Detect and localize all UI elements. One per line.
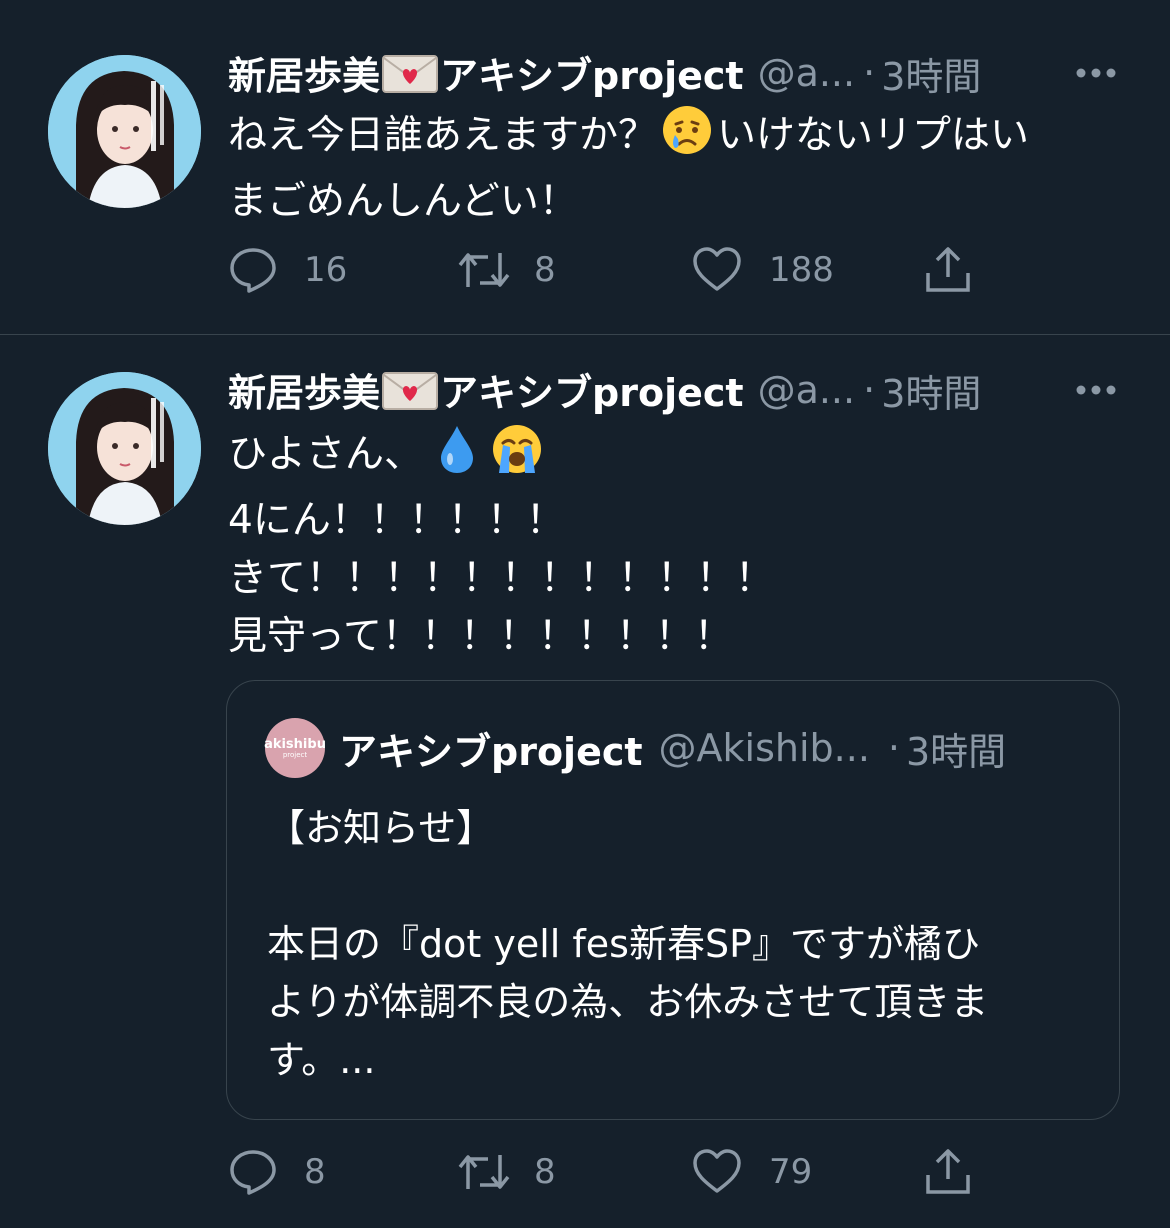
quoted-tweet-header: akishibu project アキシブproject @Akishib...… [264,718,1006,778]
reply-count: 16 [304,250,348,290]
tweet[interactable]: 新居歩美 アキシブproject @a... · 3時間 ひよさん、 4にん！！！… [0,335,1170,1228]
tweet-header: 新居歩美 アキシブproject @a... · 3時間 [228,367,1170,416]
quoted-avatar-subtext: project [282,750,308,759]
avatar-image [48,372,201,525]
tweet[interactable]: 新居歩美 アキシブproject @a... · 3時間 ねえ今日誰あえますか？ い… [0,0,1170,335]
quoted-tweet[interactable]: akishibu project アキシブproject @Akishib...… [226,680,1120,1120]
quoted-text-line [267,857,1087,915]
display-name-text: 新居歩美 [228,370,381,415]
loudly-crying-face-emoji [491,423,543,492]
tweet-text: ねえ今日誰あえますか？ いけないリプはい まごめんしんどい！ [228,104,1108,231]
timestamp[interactable]: 3時間 [881,46,981,101]
tweet-text-line: まごめんしんどい！ [228,173,1108,231]
tweet-actions: 16 8 188 [228,242,1008,298]
love-letter-emoji [382,371,439,419]
like-count: 79 [769,1152,813,1192]
text-segment: ねえ今日誰あえますか？ [228,113,658,158]
retweet-count: 8 [534,1152,556,1192]
share-button[interactable] [923,242,973,298]
tweet-text-line: 4にん！！！！！！ [228,498,565,543]
avatar[interactable] [48,372,201,525]
quoted-text-line: 【お知らせ】 [267,806,495,850]
share-icon [926,247,970,292]
quoted-tweet-text: 【お知らせ】 本日の『dot yell fes新春SP』ですが橘ひ よりが体調不… [267,799,1087,1089]
display-name-suffix: アキシブproject [440,53,744,98]
tweet-text: ひよさん、 4にん！！！！！！ きて！！！！！！！！！！！！ 見守って！！！！！… [228,423,1108,666]
avatar[interactable] [48,55,201,208]
share-icon [926,1149,970,1194]
retweet-icon [458,253,510,287]
quoted-text-line: よりが体調不良の為、お休みさせて頂きま [267,980,989,1024]
display-name[interactable]: 新居歩美 アキシブproject [228,362,744,419]
quoted-timestamp[interactable]: 3時間 [906,721,1006,776]
reply-count: 8 [304,1152,326,1192]
reply-button[interactable]: 16 [228,242,347,298]
heart-icon [693,247,741,291]
retweet-button[interactable]: 8 [456,1144,556,1200]
tweet-header: 新居歩美 アキシブproject @a... · 3時間 [228,50,1170,99]
more-options-icon[interactable] [1074,373,1124,407]
tweet-text-line: 見守って！！！！！！！！！ [228,614,734,659]
display-name-suffix: アキシブproject [440,370,744,415]
handle[interactable]: @a... [758,368,856,412]
like-button[interactable]: 188 [691,242,834,298]
separator-dot: · [863,368,876,412]
text-segment: まごめんしんどい！ [228,179,578,224]
retweet-button[interactable]: 8 [456,242,556,298]
love-letter-emoji [382,54,439,102]
droplet-emoji [437,423,477,492]
timestamp[interactable]: 3時間 [881,363,981,418]
reply-icon [230,1150,276,1195]
like-count: 188 [769,250,834,290]
tweet-text-line: ひよさん、 [228,423,1108,492]
retweet-icon [458,1155,510,1189]
avatar-image [48,55,201,208]
tweet-text-line: ねえ今日誰あえますか？ いけないリプはい [228,104,1108,173]
text-segment: ひよさん、 [228,432,424,477]
heart-icon [693,1149,741,1193]
tweet-actions: 8 8 79 [228,1144,1008,1200]
crying-face-emoji [661,104,713,173]
quoted-text-line: す。... [267,1038,376,1082]
tweet-text-line: きて！！！！！！！！！！！！ [228,556,775,601]
quoted-avatar-text: akishibu [264,736,326,752]
like-button[interactable]: 79 [691,1144,812,1200]
handle[interactable]: @a... [758,51,856,95]
reply-button[interactable]: 8 [228,1144,326,1200]
share-button[interactable] [923,1144,973,1200]
more-options-icon[interactable] [1074,56,1124,90]
quoted-handle[interactable]: @Akishib... [659,726,870,770]
display-name[interactable]: 新居歩美 アキシブproject [228,45,744,102]
retweet-count: 8 [534,250,556,290]
quoted-text-line: 本日の『dot yell fes新春SP』ですが橘ひ [267,922,981,966]
display-name-text: 新居歩美 [228,53,381,98]
quoted-display-name[interactable]: アキシブproject [339,721,643,776]
quoted-avatar[interactable]: akishibu project [264,718,326,778]
separator-dot: · [863,51,876,95]
separator-dot: · [887,726,900,770]
text-segment: いけないリプはい [717,113,1030,158]
reply-icon [230,248,276,293]
